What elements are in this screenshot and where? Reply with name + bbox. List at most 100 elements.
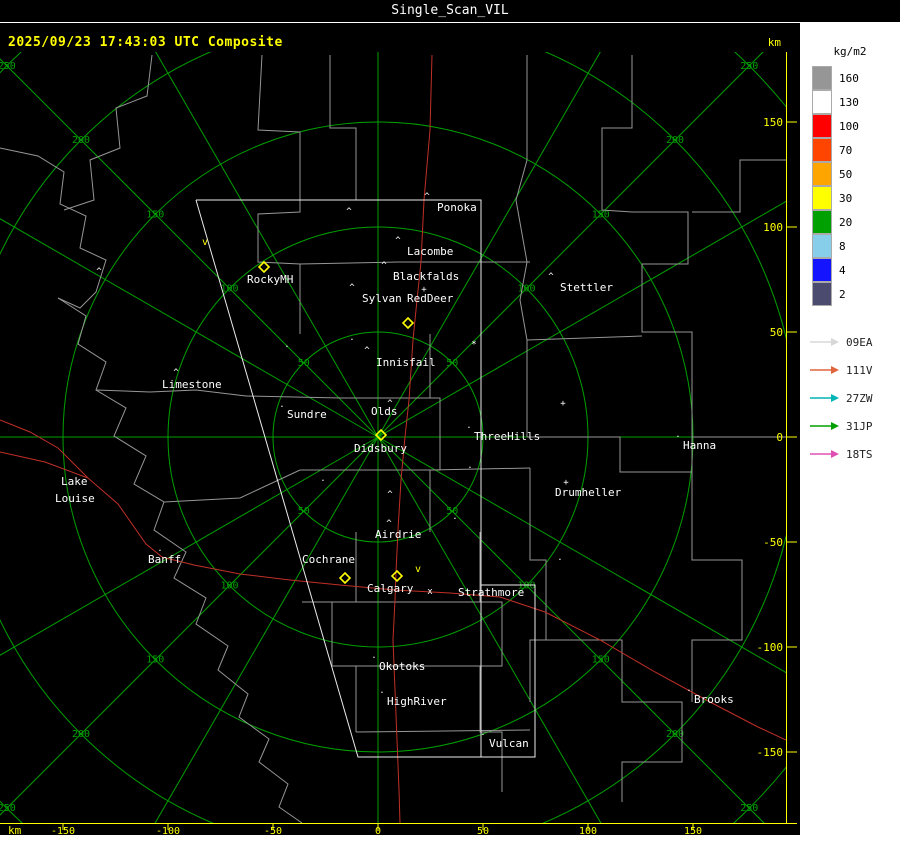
radar-site-marker <box>390 569 404 583</box>
colorbar-swatch <box>812 186 832 210</box>
colorbar-entry: 8 <box>800 234 900 258</box>
right-axis-tick-label: 100 <box>763 221 783 234</box>
range-ring-label: 200 <box>666 729 684 740</box>
county-boundary <box>300 467 531 471</box>
right-axis-tick-label: -150 <box>757 746 784 759</box>
poi-marker: + <box>560 399 566 409</box>
right-axis-unit: km <box>768 36 782 49</box>
poi-marker: . <box>284 340 289 350</box>
radar-site-marker <box>401 316 415 330</box>
city-marker: . <box>157 544 162 554</box>
window-bottom-border <box>0 835 900 841</box>
track-label: 09EA <box>846 335 873 349</box>
city-marker: . <box>675 430 680 440</box>
city-label: HighRiver <box>387 695 447 708</box>
city-label: Louise <box>55 492 95 505</box>
range-ring-label: 150 <box>592 209 610 220</box>
range-ring-label: 100 <box>517 284 535 295</box>
city-label: Cochrane <box>302 553 355 566</box>
track-entry: 31JP <box>800 412 900 440</box>
colorbar-value: 50 <box>839 167 853 181</box>
track-arrow-icon <box>810 450 839 458</box>
highway <box>0 419 89 479</box>
county-boundary <box>355 729 531 733</box>
colorbar-entry: 2 <box>800 282 900 306</box>
colorbar-value: 130 <box>839 95 859 109</box>
right-axis-tick-label: -100 <box>757 641 784 654</box>
track-arrow-icon <box>810 366 839 374</box>
colorbar-value: 2 <box>839 287 846 301</box>
colorbar-entry: 50 <box>800 162 900 186</box>
city-marker: . <box>466 421 471 431</box>
right-axis-tick-label: 150 <box>763 116 783 129</box>
poi-marker: ^ <box>346 207 352 217</box>
colorbar-value: 8 <box>839 239 846 253</box>
city-marker: . <box>480 728 485 738</box>
track-entry: 09EA <box>800 328 900 356</box>
city-marker: ^ <box>548 272 554 282</box>
city-label: Sylvan <box>362 292 402 305</box>
county-boundary <box>479 532 503 792</box>
city-label: ThreeHills <box>474 430 540 443</box>
county-boundary <box>63 54 153 211</box>
city-marker: . <box>371 651 376 661</box>
city-label: Didsbury <box>354 442 407 455</box>
colorbar-entry: 160 <box>800 66 900 90</box>
city-marker: . <box>279 400 284 410</box>
city-label: Stettler <box>560 281 613 294</box>
colorbar-value: 4 <box>839 263 846 277</box>
city-label: Vulcan <box>489 737 529 750</box>
colorbar-swatch <box>812 234 832 258</box>
right-axis-tick-label: 0 <box>776 431 783 444</box>
track-legend: 09EA 111V 27ZW 31JP 18TS <box>800 328 900 468</box>
colorbar-entry: 20 <box>800 210 900 234</box>
city-label: Hanna <box>683 439 716 452</box>
colorbar-entry: 70 <box>800 138 900 162</box>
azimuth-spoke <box>0 218 379 438</box>
city-label: Ponoka <box>437 201 477 214</box>
track-arrow-icon <box>810 338 839 346</box>
county-boundary <box>527 436 786 473</box>
city-marker: ^ <box>364 346 370 356</box>
azimuth-spoke <box>154 436 379 823</box>
county-boundary <box>515 55 528 437</box>
county-boundary <box>526 335 643 341</box>
colorbar: 160 130 100 70 50 30 20 8 4 2 <box>800 66 900 306</box>
track-label: 18TS <box>846 447 873 461</box>
city-marker: . <box>686 684 691 694</box>
colorbar-swatch <box>812 162 832 186</box>
range-ring-label: 200 <box>72 135 90 146</box>
colorbar-swatch <box>812 90 832 114</box>
scan-coverage-outline <box>195 199 482 758</box>
city-label: Lacombe <box>407 245 453 258</box>
city-label: Innisfail <box>376 356 436 369</box>
county-boundary <box>601 55 693 437</box>
poi-marker: ^ <box>96 267 102 277</box>
city-marker: ^ <box>387 399 393 409</box>
city-label: Lake <box>61 475 88 488</box>
track-label: 31JP <box>846 419 873 433</box>
city-marker: ^ <box>381 261 387 271</box>
city-marker: ^ <box>349 283 355 293</box>
city-marker: ^ <box>424 192 430 202</box>
radar-site-marker <box>338 571 352 585</box>
track-entry: 111V <box>800 356 900 384</box>
poi-marker: . <box>349 333 354 343</box>
colorbar-swatch <box>812 210 832 234</box>
colorbar-swatch <box>812 282 832 306</box>
track-entry: 27ZW <box>800 384 900 412</box>
poi-marker: x <box>427 587 433 597</box>
range-ring-label: 50 <box>298 358 310 369</box>
county-boundary <box>692 159 786 213</box>
range-ring-label: 250 <box>0 61 16 72</box>
range-ring-label: 150 <box>146 209 164 220</box>
scan-timestamp: 2025/09/23 17:43:03 UTC Composite <box>8 35 283 50</box>
city-label: Calgary <box>367 582 414 595</box>
range-ring-label: 200 <box>666 135 684 146</box>
storm-vector-marker: v <box>415 564 421 575</box>
colorbar-entry: 100 <box>800 114 900 138</box>
track-label: 27ZW <box>846 391 873 405</box>
radar-display[interactable]: 505050 50100100100 100150150150 15020020020… <box>0 0 900 841</box>
track-label: 111V <box>846 363 873 377</box>
county-boundary <box>691 472 743 702</box>
